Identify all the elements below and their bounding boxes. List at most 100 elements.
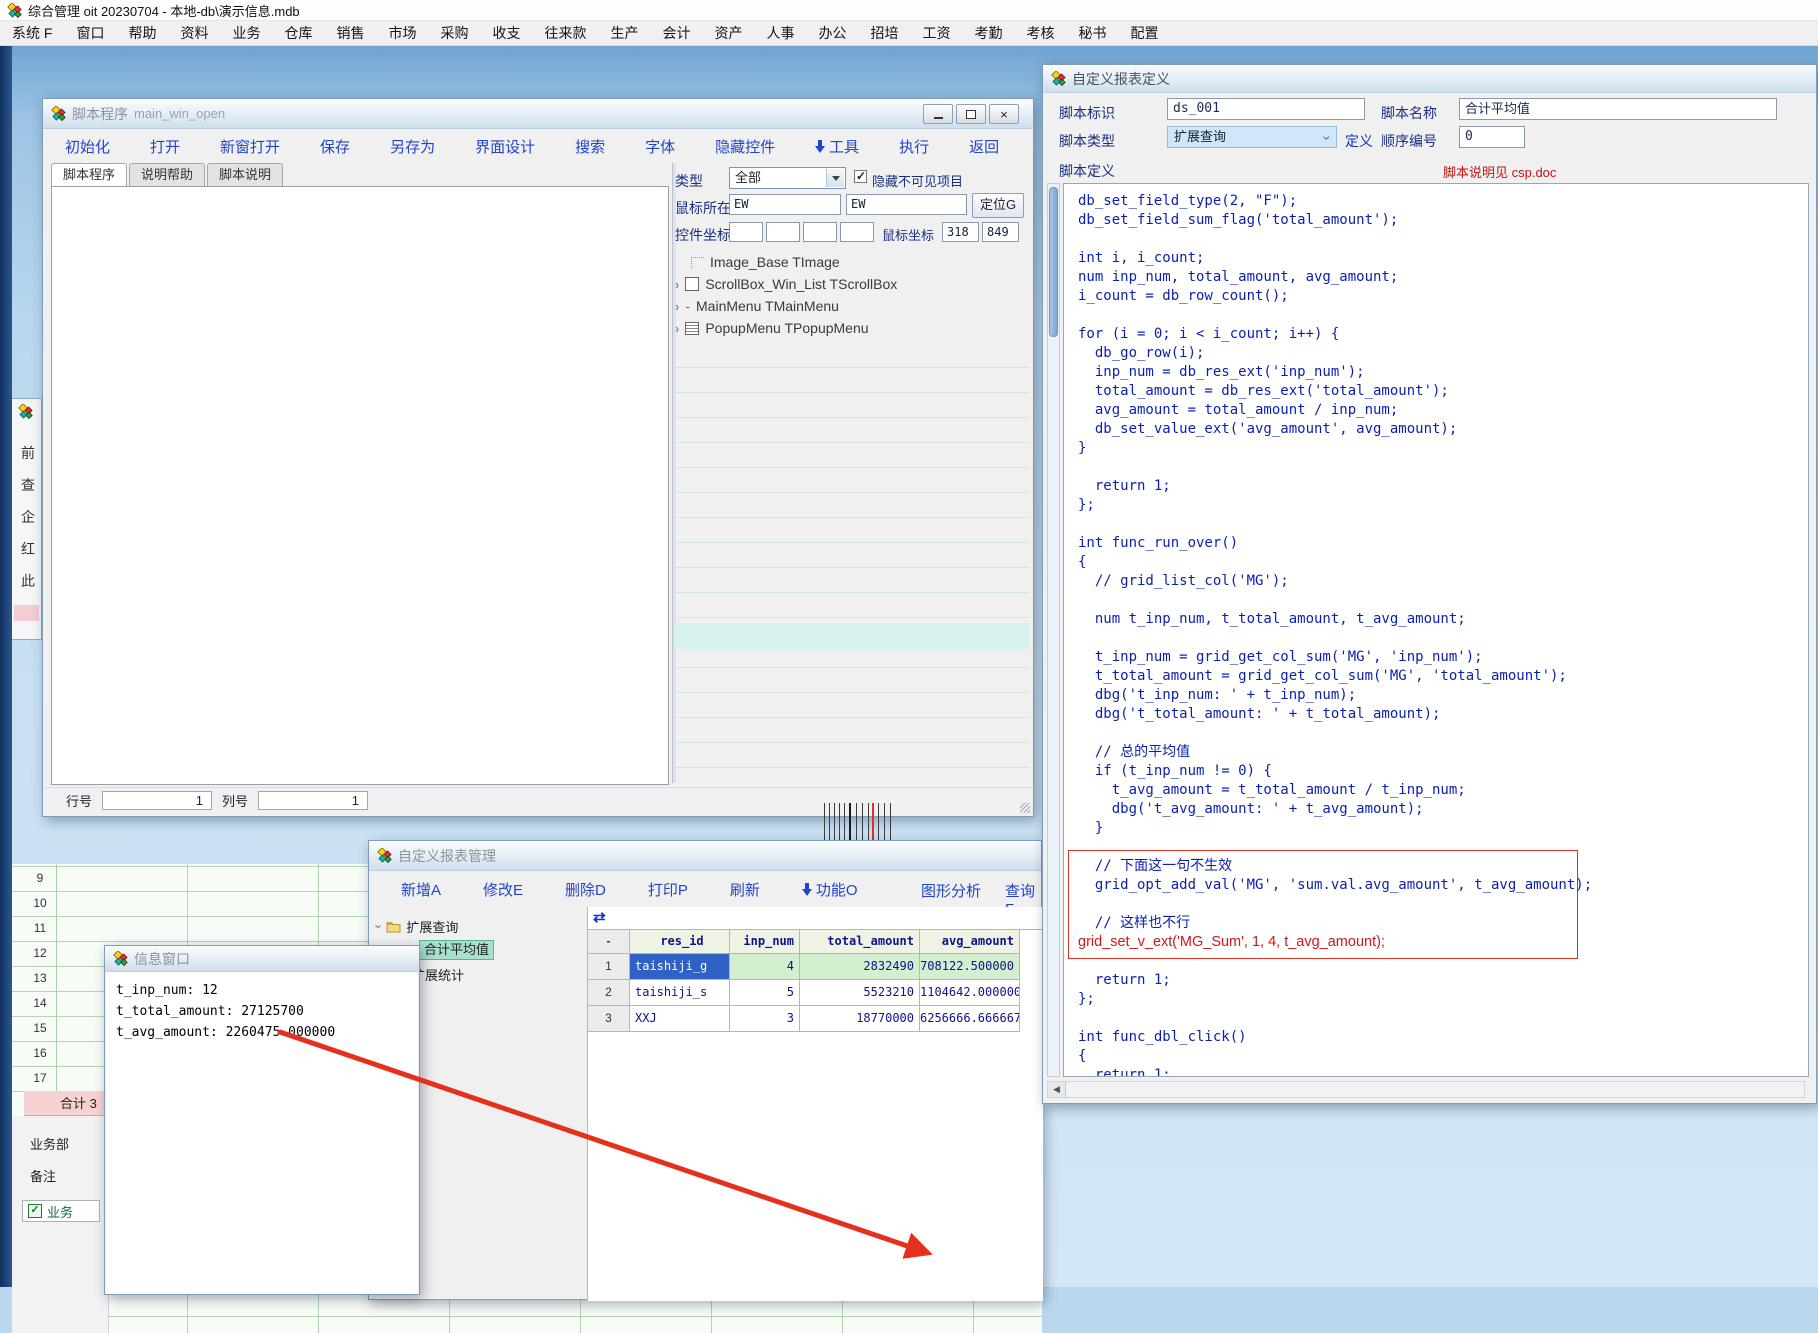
grid-cell[interactable]: 3 <box>730 1006 800 1032</box>
menu-item-11[interactable]: 生产 <box>598 21 650 45</box>
toolbar-init[interactable]: 初始化 <box>65 136 110 157</box>
grid-cell[interactable]: 2 <box>588 980 630 1006</box>
toolbar-back[interactable]: 返回 <box>969 136 999 157</box>
menu-item-4[interactable]: 业务 <box>220 21 272 45</box>
minimize-button[interactable] <box>923 104 953 124</box>
control-coord-input-3[interactable] <box>803 222 837 242</box>
menu-item-20[interactable]: 秘书 <box>1066 21 1118 45</box>
toolbar-save[interactable]: 保存 <box>320 136 350 157</box>
grid-header-res_id[interactable]: res_id <box>630 930 730 954</box>
toolbar-add[interactable]: 新增A <box>401 879 441 900</box>
grid-cell[interactable]: 4 <box>730 954 800 980</box>
grid-cell[interactable]: 6256666.666667 <box>920 1006 1020 1032</box>
menu-item-5[interactable]: 仓库 <box>272 21 324 45</box>
menu-item-10[interactable]: 往来款 <box>532 21 598 45</box>
toolbar-delete[interactable]: 删除D <box>565 879 606 900</box>
type-select[interactable]: 全部 <box>729 167 846 189</box>
locate-button[interactable]: 定位G <box>972 193 1024 218</box>
scrollbar-thumb[interactable] <box>1049 187 1058 337</box>
toolbar-edit[interactable]: 修改E <box>483 879 523 900</box>
menu-item-7[interactable]: 市场 <box>376 21 428 45</box>
menu-item-15[interactable]: 办公 <box>806 21 858 45</box>
menu-item-8[interactable]: 采购 <box>428 21 480 45</box>
controls-tree-item[interactable]: Image_Base TImage <box>675 251 1027 273</box>
close-button[interactable]: × <box>989 104 1019 124</box>
info-window-titlebar[interactable]: 信息窗口 <box>105 946 419 972</box>
grid-cell[interactable]: taishiji_g <box>630 954 730 980</box>
hide-invisible-checkbox[interactable] <box>854 170 867 183</box>
toolbar-refresh[interactable]: 刷新 <box>730 879 760 900</box>
toolbar-functions[interactable]: 功能O <box>802 879 858 900</box>
script-id-input[interactable]: ds_001 <box>1167 98 1365 120</box>
toolbar-graph-analysis[interactable]: 图形分析 <box>921 880 981 901</box>
menu-item-16[interactable]: 招培 <box>858 21 910 45</box>
tab-1[interactable]: 说明帮助 <box>129 163 205 187</box>
toolbar-search[interactable]: 搜索 <box>575 136 605 157</box>
tab-0[interactable]: 脚本程序 <box>51 163 127 187</box>
toolbar-save-as[interactable]: 另存为 <box>390 136 435 157</box>
menu-item-19[interactable]: 考核 <box>1014 21 1066 45</box>
controls-tree-item[interactable]: ›ScrollBox_Win_List TScrollBox <box>675 273 1027 295</box>
grid-cell[interactable]: 1104642.000000 <box>920 980 1020 1006</box>
script-editor[interactable] <box>51 186 669 785</box>
mouse-at-input-2[interactable]: EW <box>846 194 967 215</box>
grid-cell[interactable]: 3 <box>588 1006 630 1032</box>
expander-icon[interactable]: › <box>675 299 679 314</box>
resize-grip[interactable] <box>1020 803 1030 813</box>
toolbar-hide-controls[interactable]: 隐藏控件 <box>715 136 775 157</box>
menu-item-0[interactable]: 系统 F <box>0 21 64 45</box>
grid-header-total_amount[interactable]: total_amount <box>800 930 920 954</box>
toolbar-open[interactable]: 打开 <box>150 136 180 157</box>
report-definition-titlebar[interactable]: 自定义报表定义 <box>1043 65 1816 93</box>
menu-item-21[interactable]: 配置 <box>1118 21 1170 45</box>
report-manager-titlebar[interactable]: 自定义报表管理 <box>369 841 1041 871</box>
define-link[interactable]: 定义 <box>1345 131 1373 151</box>
controls-tree-item[interactable]: ›PopupMenu TPopupMenu <box>675 317 1027 339</box>
toolbar-run[interactable]: 执行 <box>899 136 929 157</box>
toolbar-font[interactable]: 字体 <box>645 136 675 157</box>
expander-down-icon[interactable]: › <box>372 924 387 928</box>
grid-header-marker[interactable]: - <box>588 930 630 954</box>
grid-cell[interactable]: 708122.500000 <box>920 954 1020 980</box>
grid-cell[interactable]: 2832490 <box>800 954 920 980</box>
menu-item-1[interactable]: 窗口 <box>64 21 116 45</box>
menu-item-14[interactable]: 人事 <box>754 21 806 45</box>
scroll-left-button[interactable]: ◀ <box>1048 1082 1066 1097</box>
toolbar-ui-design[interactable]: 界面设计 <box>475 136 535 157</box>
toolbar-open-new-window[interactable]: 新窗打开 <box>220 136 280 157</box>
menu-item-18[interactable]: 考勤 <box>962 21 1014 45</box>
expander-icon[interactable]: › <box>675 277 679 292</box>
sidebar-business-item[interactable]: ✓ 业务 <box>22 1200 100 1222</box>
menu-item-6[interactable]: 销售 <box>324 21 376 45</box>
toolbar-tools[interactable]: 工具 <box>815 136 859 157</box>
grid-cell[interactable]: 5 <box>730 980 800 1006</box>
menu-item-13[interactable]: 资产 <box>702 21 754 45</box>
menu-item-9[interactable]: 收支 <box>480 21 532 45</box>
order-input[interactable]: 0 <box>1459 126 1525 148</box>
script-type-select[interactable]: 扩展查询 › <box>1167 126 1337 148</box>
menu-item-3[interactable]: 资料 <box>168 21 220 45</box>
menu-item-17[interactable]: 工资 <box>910 21 962 45</box>
script-name-input[interactable]: 合计平均值 <box>1459 98 1777 120</box>
grid-cell[interactable]: 18770000 <box>800 1006 920 1032</box>
control-coord-input-1[interactable] <box>729 222 763 242</box>
control-coord-input-4[interactable] <box>840 222 874 242</box>
menu-item-12[interactable]: 会计 <box>650 21 702 45</box>
mouse-x-input[interactable]: 318 <box>942 222 979 242</box>
control-coord-input-2[interactable] <box>766 222 800 242</box>
code-horizontal-scrollbar[interactable]: ◀ <box>1047 1081 1805 1098</box>
tab-2[interactable]: 脚本说明 <box>207 163 283 187</box>
expander-icon[interactable]: › <box>675 321 679 336</box>
toolbar-print[interactable]: 打印P <box>648 879 688 900</box>
dropdown-button[interactable] <box>826 169 844 187</box>
script-code-area[interactable]: db_set_field_type(2, "F");db_set_field_s… <box>1063 183 1809 1077</box>
grid-cell[interactable]: 5523210 <box>800 980 920 1006</box>
grid-header-inp_num[interactable]: inp_num <box>730 930 800 954</box>
grid-cell[interactable]: taishiji_s <box>630 980 730 1006</box>
mouse-at-input-1[interactable]: EW <box>729 194 841 215</box>
grid-header-avg_amount[interactable]: avg_amount <box>920 930 1020 954</box>
report-tree-item[interactable]: ›扩展查询 <box>377 915 458 937</box>
grid-cell[interactable]: 1 <box>588 954 630 980</box>
controls-tree-item[interactable]: ›-MainMenu TMainMenu <box>675 295 1027 317</box>
grid-cell[interactable]: XXJ <box>630 1006 730 1032</box>
